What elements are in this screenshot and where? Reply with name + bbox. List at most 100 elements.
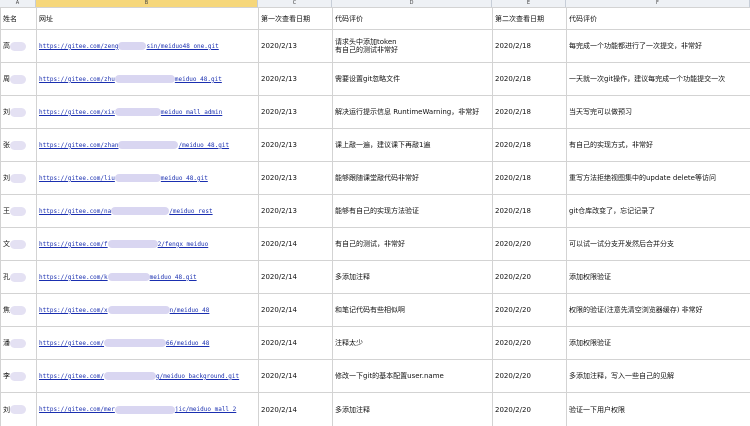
column-letter-f[interactable]: F	[566, 0, 750, 7]
repo-link[interactable]: https://gitee.com/g/meiduo_background.gi…	[39, 372, 239, 381]
cell-name[interactable]: 文	[0, 227, 37, 261]
cell-date2[interactable]: 2020/2/18	[492, 95, 567, 129]
cell-date1[interactable]: 2020/2/13	[258, 62, 333, 96]
cell-date2[interactable]: 2020/2/18	[492, 62, 567, 96]
repo-link[interactable]: https://gitee.com/66/meiduo_48	[39, 339, 209, 348]
column-letter-e[interactable]: E	[492, 0, 566, 7]
repo-link[interactable]: https://gitee.com/f 2/fengx_meiduo	[39, 240, 208, 249]
cell-date2[interactable]: 2020/2/20	[492, 392, 567, 426]
cell-date1[interactable]: 2020/2/14	[258, 326, 333, 360]
cell-comment2[interactable]: 每完成一个功能都进行了一次提交，非常好	[566, 29, 750, 63]
cell-comment1[interactable]: 能够跟随课堂敲代码非常好	[332, 161, 493, 195]
cell-date1[interactable]: 2020/2/14	[258, 359, 333, 393]
cell-comment1[interactable]: 请求头中添加token 有自己的测试非常好	[332, 29, 493, 63]
cell-comment2[interactable]: 有自己的实现方式，非常好	[566, 128, 750, 162]
cell-name[interactable]: 焦	[0, 293, 37, 327]
cell-comment1[interactable]: 修改一下git的基本配置user.name	[332, 359, 493, 393]
cell-comment1[interactable]: 有自己的测试，非常好	[332, 227, 493, 261]
cell-date1[interactable]: 2020/2/14	[258, 392, 333, 426]
cell-date1[interactable]: 2020/2/13	[258, 29, 333, 63]
column-letter-c[interactable]: C	[258, 0, 332, 7]
redacted-mask	[10, 272, 26, 282]
repo-link[interactable]: https://gitee.com/zhan/meiduo_48.git	[39, 141, 229, 150]
cell-url[interactable]: https://gitee.com/mer jic/meiduo_mall_2	[36, 392, 259, 426]
repo-link[interactable]: https://gitee.com/zhu meiduo_48.git	[39, 75, 222, 84]
cell-date2[interactable]: 2020/2/20	[492, 227, 567, 261]
cell-url[interactable]: https://gitee.com/f 2/fengx_meiduo	[36, 227, 259, 261]
cell-comment2[interactable]: 多添加注释，写入一些自己的见解	[566, 359, 750, 393]
cell-date1[interactable]: 2020/2/13	[258, 128, 333, 162]
cell-comment2[interactable]: 重写方法拒绝视图集中的update delete等访问	[566, 161, 750, 195]
cell-comment1[interactable]: 多添加注释	[332, 392, 493, 426]
header-name[interactable]: 姓名	[0, 7, 37, 30]
cell-comment1[interactable]: 多添加注释	[332, 260, 493, 294]
cell-date2[interactable]: 2020/2/18	[492, 161, 567, 195]
repo-link[interactable]: https://gitee.com/x n/meiduo_48	[39, 306, 209, 315]
cell-url[interactable]: https://gitee.com/zeng sin/meiduo48_one.g…	[36, 29, 259, 63]
cell-name[interactable]: 潘	[0, 326, 37, 360]
repo-link[interactable]: https://gitee.com/xix meiduo_mall_admin	[39, 108, 222, 117]
cell-name[interactable]: 刘	[0, 161, 37, 195]
header-date2[interactable]: 第二次查看日期	[492, 7, 567, 30]
cell-comment1[interactable]: 和笔记代码有些相似啊	[332, 293, 493, 327]
cell-date2[interactable]: 2020/2/18	[492, 128, 567, 162]
cell-comment1[interactable]: 注释太少	[332, 326, 493, 360]
header-comment1[interactable]: 代码评价	[332, 7, 493, 30]
cell-name[interactable]: 周	[0, 62, 37, 96]
cell-comment1[interactable]: 解决运行提示信息 RuntimeWarning，非常好	[332, 95, 493, 129]
repo-link[interactable]: https://gitee.com/liu meiduo_48.git	[39, 174, 208, 183]
header-date1[interactable]: 第一次查看日期	[258, 7, 333, 30]
cell-url[interactable]: https://gitee.com/66/meiduo_48	[36, 326, 259, 360]
column-letter-d[interactable]: D	[332, 0, 492, 7]
repo-link[interactable]: https://gitee.com/na/meiduo_rest	[39, 207, 213, 216]
cell-url[interactable]: https://gitee.com/x n/meiduo_48	[36, 293, 259, 327]
repo-link[interactable]: https://gitee.com/mer jic/meiduo_mall_2	[39, 405, 236, 414]
cell-name[interactable]: 高	[0, 29, 37, 63]
repo-link[interactable]: https://gitee.com/k meiduo_48.git	[39, 273, 197, 282]
cell-date1[interactable]: 2020/2/13	[258, 161, 333, 195]
cell-name[interactable]: 王	[0, 194, 37, 228]
cell-date1[interactable]: 2020/2/14	[258, 293, 333, 327]
cell-date2[interactable]: 2020/2/18	[492, 194, 567, 228]
table-row: 周 https://gitee.com/zhu meiduo_48.git 2020/…	[0, 62, 750, 96]
cell-comment1[interactable]: 课上敲一遍，建议课下再敲1遍	[332, 128, 493, 162]
cell-date1[interactable]: 2020/2/14	[258, 260, 333, 294]
cell-date2[interactable]: 2020/2/20	[492, 260, 567, 294]
cell-name[interactable]: 刘	[0, 392, 37, 426]
redacted-mask	[10, 405, 26, 414]
cell-comment2[interactable]: 添加权限验证	[566, 326, 750, 360]
cell-name[interactable]: 李	[0, 359, 37, 393]
cell-url[interactable]: https://gitee.com/k meiduo_48.git	[36, 260, 259, 294]
header-comment2[interactable]: 代码评价	[566, 7, 750, 30]
name-wrap: 潘	[3, 338, 34, 348]
cell-date2[interactable]: 2020/2/20	[492, 359, 567, 393]
column-letter-b[interactable]: B	[36, 0, 258, 7]
cell-name[interactable]: 孔	[0, 260, 37, 294]
cell-date1[interactable]: 2020/2/13	[258, 194, 333, 228]
cell-comment2[interactable]: 添加权限验证	[566, 260, 750, 294]
column-letter-a[interactable]: A	[0, 0, 36, 7]
header-url[interactable]: 网址	[36, 7, 259, 30]
cell-url[interactable]: https://gitee.com/zhu meiduo_48.git	[36, 62, 259, 96]
cell-name[interactable]: 张	[0, 128, 37, 162]
cell-comment1[interactable]: 需要设置git忽略文件	[332, 62, 493, 96]
cell-comment2[interactable]: 一天就一次git操作，建议每完成一个功能提交一次	[566, 62, 750, 96]
cell-url[interactable]: https://gitee.com/xix meiduo_mall_admin	[36, 95, 259, 129]
cell-comment2[interactable]: git仓库改变了，忘记记录了	[566, 194, 750, 228]
cell-name[interactable]: 刘	[0, 95, 37, 129]
cell-date1[interactable]: 2020/2/14	[258, 227, 333, 261]
cell-comment1[interactable]: 能够有自己的实现方法验证	[332, 194, 493, 228]
cell-date2[interactable]: 2020/2/20	[492, 326, 567, 360]
cell-comment2[interactable]: 当天写完可以做预习	[566, 95, 750, 129]
cell-url[interactable]: https://gitee.com/zhan/meiduo_48.git	[36, 128, 259, 162]
cell-url[interactable]: https://gitee.com/liu meiduo_48.git	[36, 161, 259, 195]
repo-link[interactable]: https://gitee.com/zeng sin/meiduo48_one.g…	[39, 42, 219, 51]
cell-date2[interactable]: 2020/2/20	[492, 293, 567, 327]
cell-date2[interactable]: 2020/2/18	[492, 29, 567, 63]
cell-url[interactable]: https://gitee.com/g/meiduo_background.gi…	[36, 359, 259, 393]
cell-url[interactable]: https://gitee.com/na/meiduo_rest	[36, 194, 259, 228]
cell-date1[interactable]: 2020/2/13	[258, 95, 333, 129]
cell-comment2[interactable]: 权限的验证(注意先清空浏览器缓存) 非常好	[566, 293, 750, 327]
cell-comment2[interactable]: 验证一下用户权限	[566, 392, 750, 426]
cell-comment2[interactable]: 可以试一试分支开发然后合并分支	[566, 227, 750, 261]
